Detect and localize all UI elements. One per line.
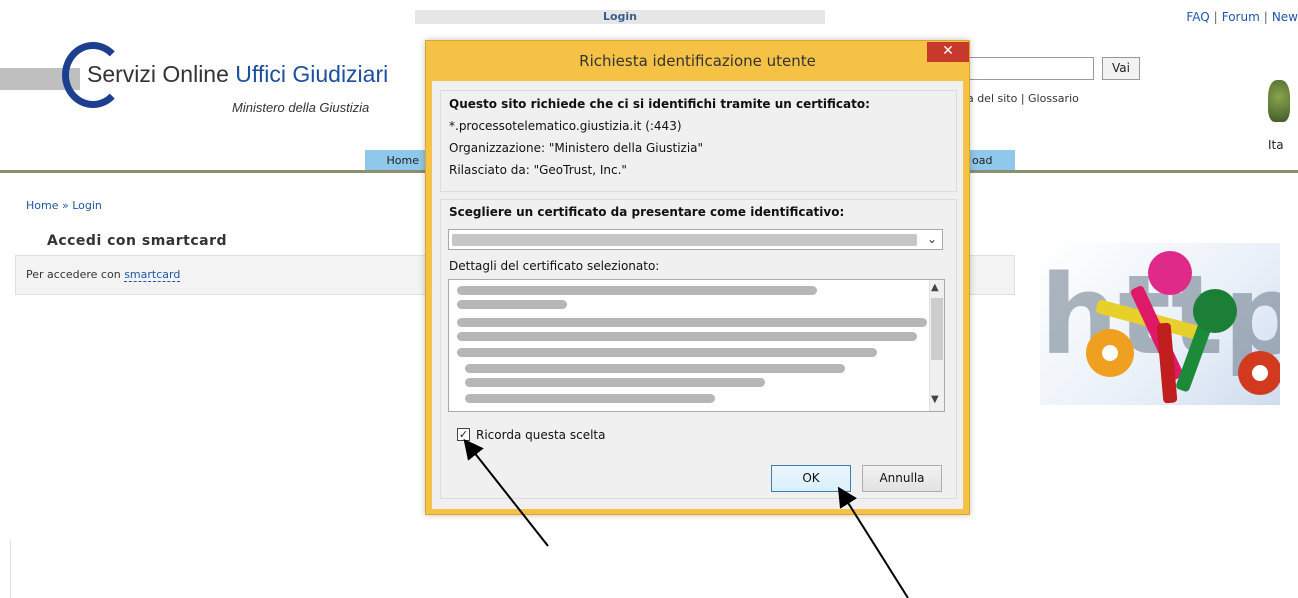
annotation-arrows bbox=[463, 438, 909, 598]
arrow-to-ok-button bbox=[837, 486, 909, 598]
arrow-to-checkbox bbox=[463, 438, 549, 547]
